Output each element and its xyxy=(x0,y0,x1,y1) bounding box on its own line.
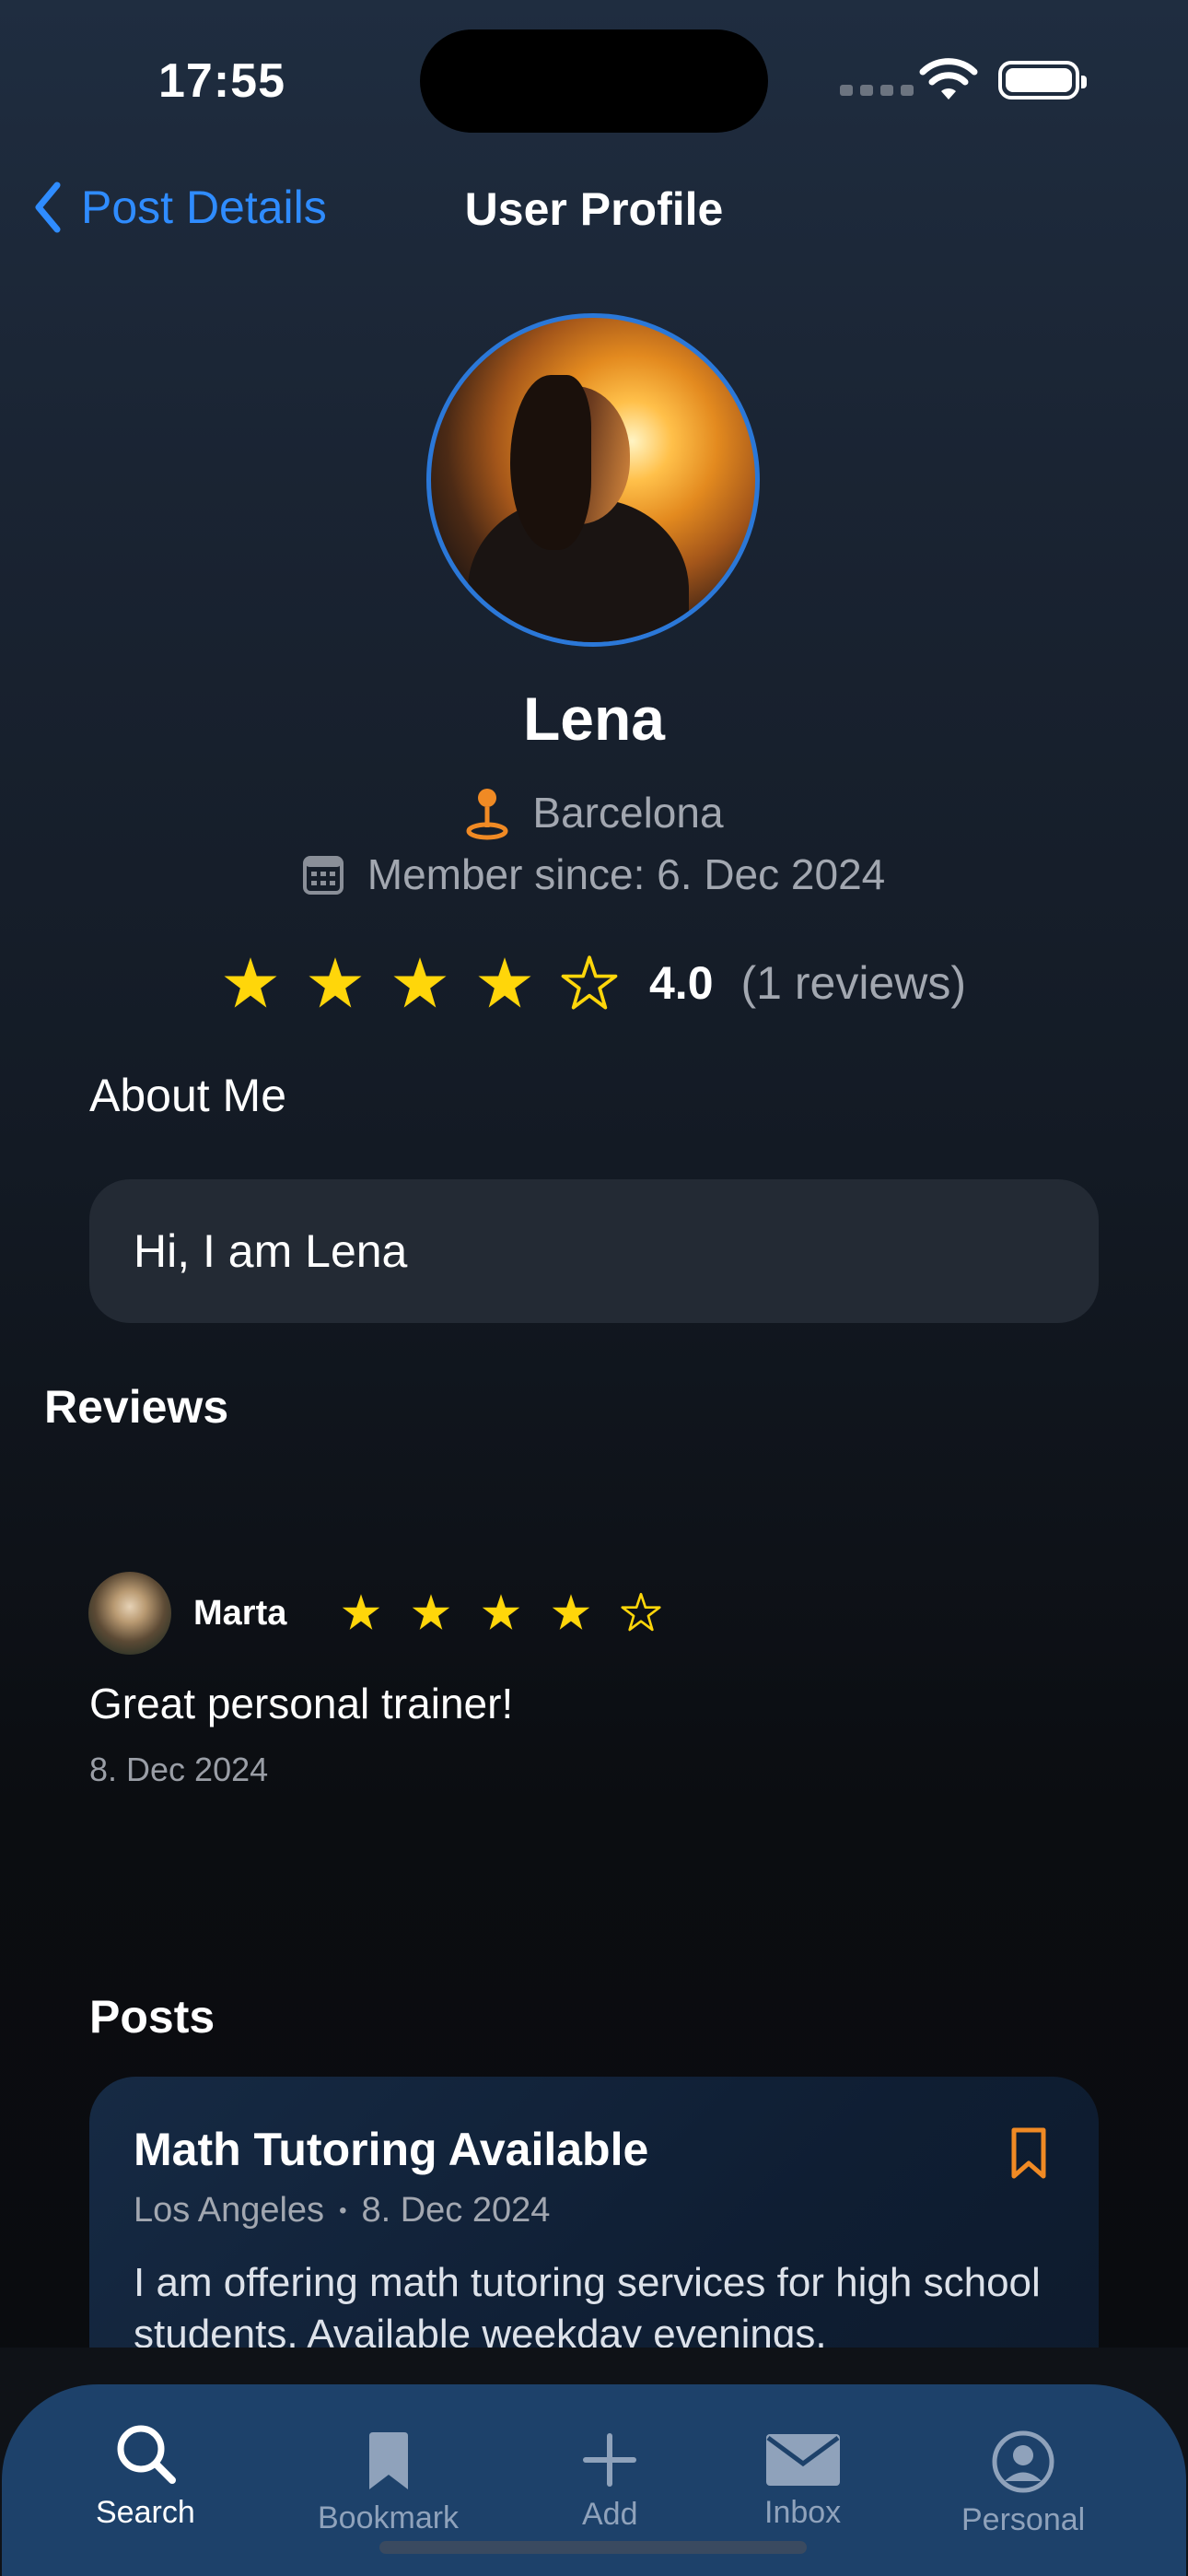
home-indicator[interactable] xyxy=(379,2541,807,2554)
search-icon xyxy=(117,2425,176,2484)
reviewer-avatar[interactable] xyxy=(88,1572,171,1655)
cellular-signal-icon xyxy=(840,85,914,96)
tab-label: Add xyxy=(582,2497,638,2532)
calendar-icon xyxy=(302,856,344,895)
tab-search[interactable]: Search xyxy=(96,2421,195,2531)
profile-avatar xyxy=(426,313,760,647)
star-filled-icon xyxy=(411,1592,451,1633)
review-text: Great personal trainer! xyxy=(89,1680,514,1727)
member-since-text: Member since: 6. Dec 2024 xyxy=(367,850,886,898)
post-date: 8. Dec 2024 xyxy=(361,2191,551,2230)
battery-icon xyxy=(998,61,1087,100)
bookmark-icon[interactable] xyxy=(1010,2126,1047,2184)
post-meta-separator: • xyxy=(339,2197,347,2223)
person-circle-icon xyxy=(992,2430,1054,2493)
tab-label: Personal xyxy=(961,2502,1086,2537)
profile-location: Barcelona xyxy=(0,785,1188,840)
post-meta: Los Angeles • 8. Dec 2024 xyxy=(134,2191,550,2231)
tab-bookmark[interactable]: Bookmark xyxy=(318,2430,459,2536)
wifi-icon xyxy=(919,57,978,106)
profile-rating: 4.0 (1 reviews) xyxy=(0,954,1188,1012)
star-filled-icon xyxy=(341,1592,381,1633)
star-empty-icon xyxy=(621,1592,661,1633)
location-text: Barcelona xyxy=(532,789,724,837)
about-heading: About Me xyxy=(89,1070,287,1121)
post-location: Los Angeles xyxy=(134,2191,325,2230)
star-empty-icon xyxy=(561,954,618,1012)
status-time: 17:55 xyxy=(158,54,285,108)
tab-label: Search xyxy=(96,2495,195,2530)
profile-name: Lena xyxy=(522,685,666,753)
tab-add[interactable]: Add xyxy=(582,2432,638,2533)
review-stars xyxy=(341,1592,661,1633)
reviewer-name[interactable]: Marta xyxy=(193,1594,286,1633)
tab-label: Bookmark xyxy=(318,2500,460,2535)
posts-heading: Posts xyxy=(89,1991,215,2043)
post-title: Math Tutoring Available xyxy=(134,2124,649,2175)
rating-count: (1 reviews) xyxy=(740,957,966,1009)
plus-icon xyxy=(583,2433,637,2487)
member-since: Member since: 6. Dec 2024 xyxy=(0,849,1188,899)
review-date: 8. Dec 2024 xyxy=(89,1751,269,1788)
star-filled-icon xyxy=(481,1592,521,1633)
envelope-icon xyxy=(765,2434,840,2486)
dynamic-island xyxy=(420,29,768,133)
tab-label: Inbox xyxy=(764,2495,842,2530)
reviews-heading: Reviews xyxy=(44,1381,229,1433)
about-text-box: Hi, I am Lena xyxy=(89,1179,1099,1323)
about-text: Hi, I am Lena xyxy=(134,1225,408,1277)
tab-inbox[interactable]: Inbox xyxy=(764,2434,841,2531)
star-filled-icon xyxy=(222,954,279,1012)
post-body: I am offering math tutoring services for… xyxy=(134,2260,1041,2357)
star-filled-icon xyxy=(551,1592,591,1633)
page-title: User Profile xyxy=(464,183,724,235)
rating-stars xyxy=(222,954,618,1012)
star-filled-icon xyxy=(307,954,364,1012)
tab-personal[interactable]: Personal xyxy=(961,2430,1085,2538)
bookmark-icon xyxy=(368,2432,408,2489)
star-filled-icon xyxy=(391,954,448,1012)
location-pin-icon xyxy=(466,789,508,840)
star-filled-icon xyxy=(476,954,533,1012)
rating-value: 4.0 xyxy=(649,957,714,1009)
